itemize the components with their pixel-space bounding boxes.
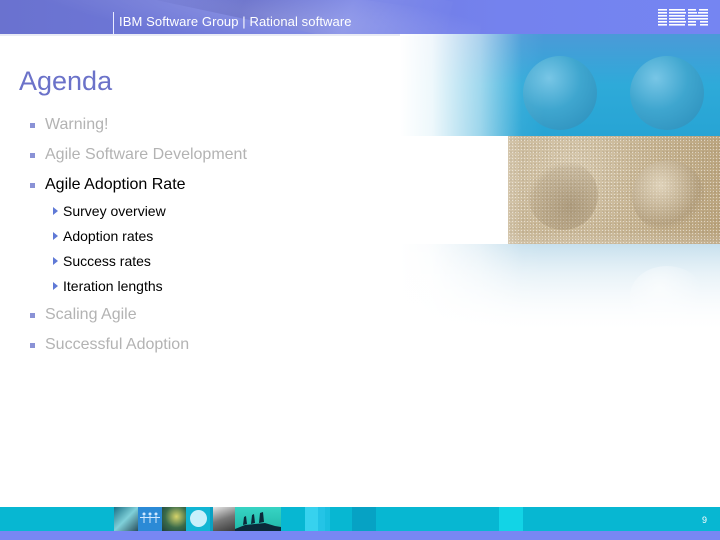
agenda-subitem-label: Success rates (63, 253, 151, 269)
people-icon (140, 512, 160, 523)
bullet-square-icon (30, 153, 35, 158)
slide-title: Agenda (19, 66, 113, 96)
circle-icon (190, 510, 207, 527)
footer-block-tile (352, 507, 376, 531)
hikers-icon (235, 512, 281, 531)
fade-overlay (400, 34, 720, 334)
header-band: IBM Software Group | Rational software (0, 0, 720, 34)
bullet-square-icon (30, 183, 35, 188)
agenda-item-label: Agile Adoption Rate (45, 176, 186, 193)
agenda-item-label: Successful Adoption (45, 336, 190, 353)
header-underline (0, 34, 402, 36)
footer-photo-icon (213, 507, 235, 531)
header-divider (113, 12, 114, 34)
footer-circle-tile (186, 507, 210, 531)
footer-block-tile (318, 507, 330, 531)
footer-band (0, 507, 720, 531)
agenda-subitem-label: Adoption rates (63, 228, 154, 244)
footer-bottom-band (0, 531, 720, 540)
page-number: 9 (702, 515, 708, 525)
footer-photo-people-icon (114, 507, 138, 531)
agenda-subitem-label: Survey overview (63, 203, 166, 219)
bullet-triangle-icon (53, 282, 58, 290)
bullet-square-icon (30, 313, 35, 318)
agenda-subitem-label: Iteration lengths (63, 278, 163, 294)
footer-silhouette-icon (235, 507, 281, 531)
agenda-item-label: Scaling Agile (45, 306, 137, 323)
footer-block-tile (499, 507, 523, 531)
bullet-triangle-icon (53, 232, 58, 240)
bullet-square-icon (30, 123, 35, 128)
bullet-triangle-icon (53, 207, 58, 215)
footer-pattern-icon (162, 507, 186, 531)
bullet-triangle-icon (53, 257, 58, 265)
bullet-square-icon (30, 343, 35, 348)
header-title: IBM Software Group | Rational software (119, 14, 352, 29)
footer-people-figures-icon (138, 507, 162, 531)
agenda-item-label: Warning! (45, 116, 109, 133)
agenda-item-label: Agile Software Development (45, 146, 247, 163)
decorative-spheres-image (400, 34, 720, 334)
ibm-logo-icon (658, 9, 708, 26)
